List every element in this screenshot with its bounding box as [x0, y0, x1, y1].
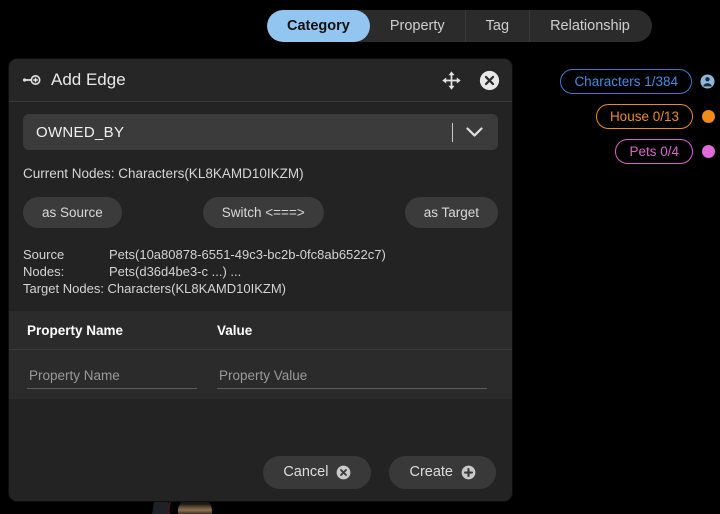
- person-icon: [700, 74, 715, 89]
- source-value-line1: Pets(10a80878-6551-49c3-bc2b-0fc8ab6522c…: [109, 247, 386, 262]
- target-nodes-line: Target Nodes: Characters(KL8KAMD10IKZM): [23, 281, 286, 296]
- pill-characters-label: Characters 1/384: [574, 74, 678, 89]
- switch-button[interactable]: Switch <===>: [202, 197, 324, 228]
- current-nodes-label: Current Nodes: Characters(KL8KAMD10IKZM): [23, 166, 304, 181]
- pill-house-label: House 0/13: [609, 109, 679, 124]
- cancel-button-label: Cancel: [283, 464, 329, 480]
- property-value-input[interactable]: [217, 366, 487, 389]
- property-value-cell: [217, 366, 498, 389]
- legend-row-characters: Characters 1/384: [530, 69, 715, 94]
- dialog-body: OWNED_BY Current Nodes: Characters(KL8KA…: [9, 102, 512, 399]
- move-handle-icon[interactable]: [441, 70, 462, 91]
- add-edge-icon: [23, 75, 41, 85]
- tab-relationship-label: Relationship: [550, 18, 630, 34]
- edge-type-select[interactable]: OWNED_BY: [23, 114, 498, 150]
- dialog-header-actions: [441, 70, 500, 91]
- tab-tag[interactable]: Tag: [466, 10, 531, 42]
- source-value-line2: Pets(d36d4be3-c ...) ...: [109, 264, 242, 279]
- app-root: Category Property Tag Relationship Chara…: [0, 0, 720, 514]
- background-streak: [167, 499, 171, 514]
- create-button[interactable]: Create: [389, 455, 496, 489]
- properties-panel: Property Name Value: [9, 311, 512, 399]
- node-assign-buttons: as Source Switch <===> as Target: [23, 197, 498, 228]
- source-label-line1: Source: [23, 247, 65, 262]
- nodes-summary: Source Pets(10a80878-6551-49c3-bc2b-0fc8…: [23, 246, 498, 297]
- chevron-down-icon[interactable]: [466, 126, 483, 138]
- select-separator: [451, 122, 453, 142]
- property-name-cell: [27, 366, 217, 389]
- edge-type-value: OWNED_BY: [36, 123, 125, 141]
- tab-property-label: Property: [389, 18, 445, 34]
- pill-pets-label: Pets 0/4: [629, 144, 679, 159]
- column-header-property-name: Property Name: [27, 323, 124, 338]
- orange-dot-icon: [702, 110, 715, 123]
- property-name-input[interactable]: [27, 366, 197, 389]
- properties-header-row: Property Name Value: [9, 311, 512, 350]
- category-legend: Characters 1/384 House 0/13 Pets 0/4: [530, 69, 715, 174]
- as-target-button[interactable]: as Target: [404, 197, 498, 228]
- legend-row-house: House 0/13: [530, 104, 715, 129]
- cancel-circle-icon: [337, 465, 351, 479]
- source-nodes-line-2: Nodes: Pets(d36d4be3-c ...) ...: [23, 263, 498, 280]
- cancel-button[interactable]: Cancel: [263, 455, 372, 489]
- pill-house[interactable]: House 0/13: [595, 104, 693, 129]
- pink-dot-icon: [702, 145, 715, 158]
- pill-pets[interactable]: Pets 0/4: [615, 139, 693, 164]
- pill-characters[interactable]: Characters 1/384: [560, 69, 692, 94]
- source-label-line2: Nodes:: [23, 264, 65, 279]
- dialog-footer: Cancel Create: [9, 443, 512, 501]
- create-button-label: Create: [409, 464, 453, 480]
- add-edge-dialog: Add Edge OWNED_BY Current Nodes: Charact…: [8, 58, 513, 502]
- tab-tag-label: Tag: [485, 18, 510, 34]
- tab-property[interactable]: Property: [370, 10, 466, 42]
- source-nodes-line-1: Source Pets(10a80878-6551-49c3-bc2b-0fc8…: [23, 246, 498, 263]
- dialog-title: Add Edge: [51, 70, 126, 89]
- tab-category-label: Category: [287, 18, 350, 34]
- as-source-button[interactable]: as Source: [23, 197, 122, 228]
- dialog-header: Add Edge: [9, 59, 512, 102]
- tab-bar: Category Property Tag Relationship: [267, 10, 652, 42]
- column-header-value: Value: [217, 323, 253, 338]
- plus-circle-icon: [461, 465, 476, 479]
- tab-category[interactable]: Category: [267, 10, 370, 42]
- select-controls: [451, 114, 499, 150]
- legend-row-pets: Pets 0/4: [530, 139, 715, 164]
- table-row: [9, 350, 512, 399]
- close-icon[interactable]: [479, 70, 500, 91]
- tab-relationship[interactable]: Relationship: [530, 10, 652, 42]
